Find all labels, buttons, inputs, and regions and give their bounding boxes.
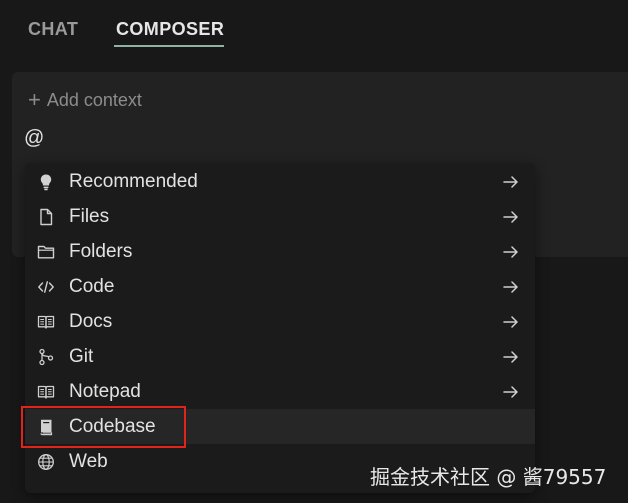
git-branch-icon (36, 347, 56, 367)
arrow-right-icon (501, 277, 521, 297)
menu-item-label: Files (69, 206, 110, 227)
tab-bar: CHAT COMPOSER (0, 0, 628, 60)
menu-item-label: Recommended (69, 171, 198, 192)
menu-item-recommended[interactable]: Recommended (25, 164, 535, 199)
menu-item-label: Docs (69, 311, 113, 332)
book-icon (36, 312, 56, 332)
arrow-right-icon (501, 207, 521, 227)
menu-item-label: Notepad (69, 381, 141, 402)
arrow-right-icon (501, 347, 521, 367)
menu-item-code[interactable]: Code (25, 269, 535, 304)
arrow-right-icon (501, 242, 521, 262)
composer-window: CHAT COMPOSER + Add context @ Recommende… (0, 0, 628, 503)
menu-item-docs[interactable]: Docs (25, 304, 535, 339)
menu-item-label: Git (69, 346, 94, 367)
watermark: 掘金技术社区 @ 酱79557 (370, 465, 607, 489)
tab-composer[interactable]: COMPOSER (116, 19, 224, 40)
tab-chat[interactable]: CHAT (28, 19, 78, 40)
file-icon (36, 207, 56, 227)
add-context-label: Add context (46, 89, 142, 110)
menu-item-folders[interactable]: Folders (25, 234, 535, 269)
menu-item-label: Code (69, 276, 115, 297)
composer-input[interactable]: @ (24, 127, 44, 150)
mention-menu: Recommended Files Folders Code Docs Git … (25, 163, 535, 493)
menu-item-files[interactable]: Files (25, 199, 535, 234)
code-icon (36, 277, 56, 297)
arrow-right-icon (501, 172, 521, 192)
menu-item-notepad[interactable]: Notepad (25, 374, 535, 409)
menu-item-codebase[interactable]: Codebase (25, 409, 535, 444)
plus-icon: + (28, 87, 41, 112)
codebase-icon (36, 417, 56, 437)
globe-icon (36, 452, 56, 472)
add-context-button[interactable]: + Add context (28, 88, 142, 112)
notepad-icon (36, 382, 56, 402)
menu-item-label: Web (69, 451, 108, 472)
arrow-right-icon (501, 382, 521, 402)
menu-item-label: Codebase (69, 416, 156, 437)
lightbulb-icon (36, 172, 56, 192)
menu-item-git[interactable]: Git (25, 339, 535, 374)
menu-item-label: Folders (69, 241, 133, 262)
active-tab-indicator (114, 45, 224, 47)
arrow-right-icon (501, 312, 521, 332)
folder-icon (36, 242, 56, 262)
